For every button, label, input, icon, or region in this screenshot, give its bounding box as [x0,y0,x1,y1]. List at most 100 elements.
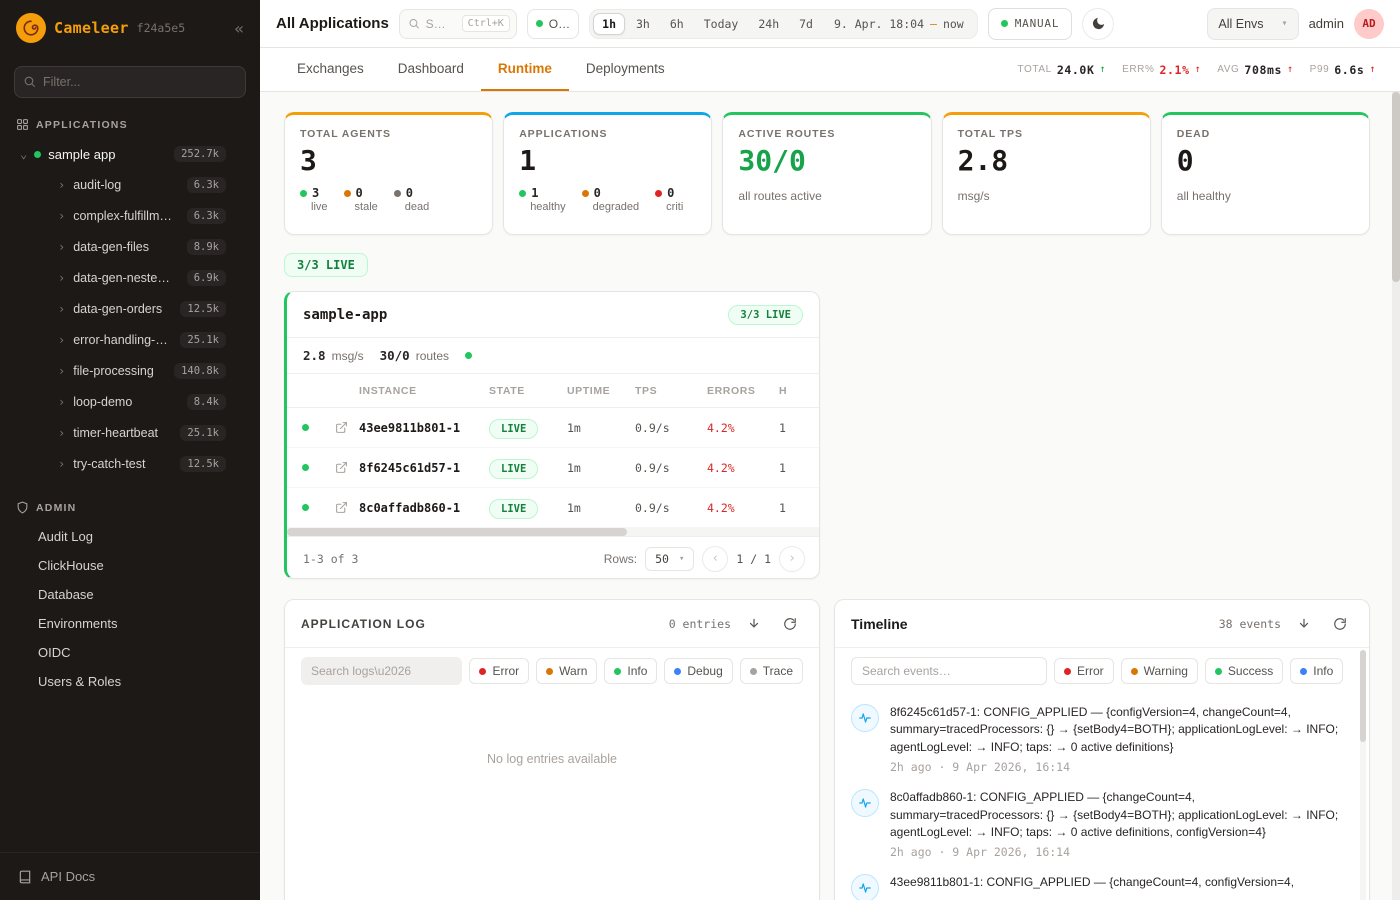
log-filter-error[interactable]: Error [469,658,529,684]
chameleon-icon [22,19,40,37]
tree-item-loop-demo[interactable]: › loop-demo 8.4k [0,386,260,417]
tree-item-complex-fulfillment[interactable]: › complex-fulfillm… 6.3k [0,200,260,231]
time-range-6h[interactable]: 6h [661,13,693,35]
horizontal-scrollbar[interactable] [287,528,819,536]
sidebar-item-audit-log[interactable]: Audit Log [0,522,260,551]
tree-item-audit-log[interactable]: › audit-log 6.3k [0,169,260,200]
page-scrollbar[interactable] [1392,92,1400,900]
tree-item-try-catch-test[interactable]: › try-catch-test 12.5k [0,448,260,479]
timeline-filter-success[interactable]: Success [1205,658,1283,684]
tab-dashboard[interactable]: Dashboard [381,48,481,91]
log-search-input[interactable] [311,664,452,678]
log-filter-warn[interactable]: Warn [536,658,597,684]
tree-item-error-handling[interactable]: › error-handling-… 25.1k [0,324,260,355]
timeline-search[interactable] [851,657,1047,685]
instance-id: 8f6245c61d57-1 [359,461,489,475]
theme-toggle-button[interactable] [1082,8,1114,40]
tab-deployments[interactable]: Deployments [569,48,682,91]
sidebar-filter-input[interactable] [14,66,246,98]
download-icon[interactable] [741,611,767,637]
sidebar-item-environments[interactable]: Environments [0,609,260,638]
errors-value: 4.2% [707,421,779,435]
chevron-right-icon: › [58,396,65,408]
tree-item-timer-heartbeat[interactable]: › timer-heartbeat 25.1k [0,417,260,448]
timeline-filter-warning[interactable]: Warning [1121,658,1198,684]
download-icon[interactable] [1291,611,1317,637]
app-routes-value: 30/0 [380,348,410,363]
log-filter-info[interactable]: Info [604,658,657,684]
global-search[interactable]: Ctrl+K [399,9,517,39]
tree-item-data-gen-files[interactable]: › data-gen-files 8.9k [0,231,260,262]
tab-runtime[interactable]: Runtime [481,48,569,91]
tree-item-sample-app[interactable]: ⌄ sample app 252.7k [0,139,260,169]
time-range-1h[interactable]: 1h [593,13,625,35]
tabs-bar: Exchanges Dashboard Runtime Deployments … [260,48,1400,92]
timeline-filter-info[interactable]: Info [1290,658,1343,684]
application-card: sample-app 3/3 LIVE 2.8 msg/s 30/0 route… [284,291,820,579]
time-range-7d[interactable]: 7d [790,13,822,35]
sidebar-scroll-area: APPLICATIONS ⌄ sample app 252.7k › audit… [0,106,260,852]
sidebar-filter [14,66,246,98]
tree-item-file-processing[interactable]: › file-processing 140.8k [0,355,260,386]
count-badge: 12.5k [180,456,226,472]
refresh-icon[interactable] [1327,611,1353,637]
sidebar-collapse-button[interactable]: « [234,19,244,38]
time-range-3h[interactable]: 3h [627,13,659,35]
timeline-scrollbar[interactable] [1360,650,1366,900]
header-metrics: TOTAL 24.0K ↑ ERR% 2.1% ↑ AVG 708ms ↑ P9… [1018,48,1384,91]
scrollbar-thumb[interactable] [287,528,627,536]
tree-item-data-gen-orders[interactable]: › data-gen-orders 12.5k [0,293,260,324]
timeline-event[interactable]: 8f6245c61d57-1: CONFIG_APPLIED — {config… [851,704,1347,774]
manual-refresh-button[interactable]: MANUAL [988,8,1073,40]
api-docs-link[interactable]: API Docs [0,852,260,900]
instance-row[interactable]: 8f6245c61d57-1 LIVE 1m 0.9/s 4.2% 1 [287,448,819,488]
timeline-search-input[interactable] [862,664,1036,678]
breakdown-label: healthy [530,201,565,213]
prev-page-button[interactable]: ‹ [702,546,728,572]
next-page-button[interactable]: › [779,546,805,572]
online-status-widget[interactable]: O… [527,9,579,39]
avatar[interactable]: AD [1354,9,1384,39]
external-link-icon[interactable] [323,501,359,514]
log-filter-trace[interactable]: Trace [740,658,803,684]
state-badge: LIVE [489,419,538,439]
instance-row[interactable]: 43ee9811b801-1 LIVE 1m 0.9/s 4.2% 1 [287,408,819,448]
tab-exchanges[interactable]: Exchanges [280,48,381,91]
time-range-today[interactable]: Today [695,13,748,35]
external-link-icon[interactable] [323,461,359,474]
rows-per-page: Rows: 50 ▾ ‹ 1 / 1 › [604,546,805,572]
tree-item-data-gen-nested[interactable]: › data-gen-neste… 6.9k [0,262,260,293]
live-summary-chip: 3/3 LIVE [284,253,368,277]
timeline-filter-error[interactable]: Error [1054,658,1114,684]
timeline-event[interactable]: 43ee9811b801-1: CONFIG_APPLIED — {change… [851,874,1347,900]
rows-select[interactable]: 50 ▾ [645,547,694,571]
log-search[interactable] [301,657,462,685]
timeline-event[interactable]: 8c0affadb860-1: CONFIG_APPLIED — {change… [851,789,1347,859]
stat-card-label: APPLICATIONS [519,128,696,140]
sidebar-item-database[interactable]: Database [0,580,260,609]
app-tps-unit: msg/s [332,349,364,363]
sidebar-item-oidc[interactable]: OIDC [0,638,260,667]
scrollbar-thumb[interactable] [1360,650,1366,742]
count-badge: 6.3k [187,177,226,193]
sidebar-item-users-roles[interactable]: Users & Roles [0,667,260,696]
uptime-value: 1m [567,501,635,515]
stat-breakdown: 1healthy 0degraded 0criti [519,186,696,213]
date-range-display[interactable]: 9. Apr. 18:04 — now [824,17,974,31]
state-badge: LIVE [489,459,538,479]
chevron-down-icon: ▾ [1282,18,1288,29]
brand-name: Cameleer [54,19,129,37]
env-select[interactable]: All Envs ▾ [1207,8,1298,40]
search-icon [23,75,36,88]
scrollbar-thumb[interactable] [1392,92,1400,282]
instance-row[interactable]: 8c0affadb860-1 LIVE 1m 0.9/s 4.2% 1 [287,488,819,528]
shield-icon [16,501,29,514]
date-to: now [943,17,964,31]
global-search-input[interactable] [426,17,456,31]
log-filter-debug[interactable]: Debug [664,658,732,684]
time-range-24h[interactable]: 24h [749,13,788,35]
refresh-icon[interactable] [777,611,803,637]
sidebar-item-clickhouse[interactable]: ClickHouse [0,551,260,580]
external-link-icon[interactable] [323,421,359,434]
sidebar-item-label: OIDC [38,645,71,660]
